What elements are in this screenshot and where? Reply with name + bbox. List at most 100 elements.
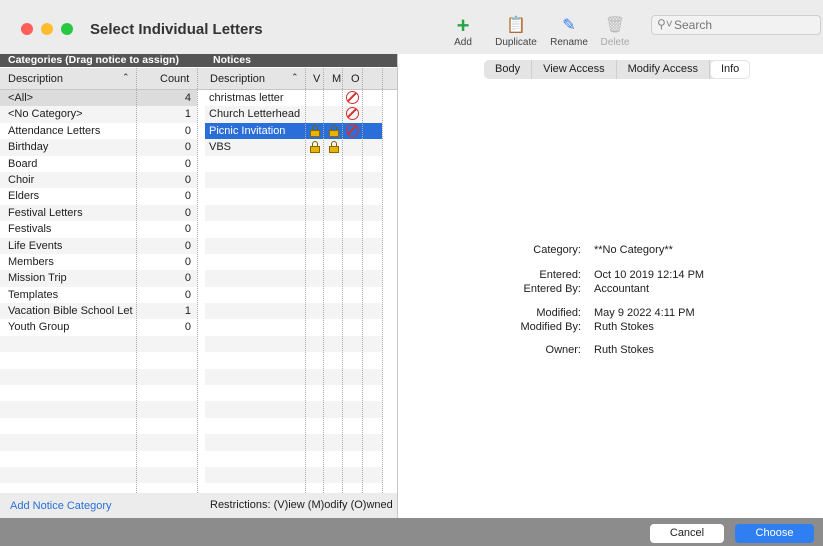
empty-row — [0, 335, 197, 353]
category-row[interactable]: <All> 4 — [0, 90, 197, 107]
delete-label: Delete — [600, 37, 630, 48]
entered-label: Entered: — [539, 269, 581, 281]
choose-button[interactable]: Choose — [735, 524, 814, 543]
tab-body[interactable]: Body — [484, 60, 533, 79]
divider — [323, 68, 324, 493]
empty-row — [0, 450, 197, 467]
detail-pane: Body View Access Modify Access Info Cate… — [397, 54, 823, 518]
notice-row[interactable]: christmas letter — [205, 90, 382, 107]
info-entered-by-row: Entered By: Accountant — [398, 283, 823, 297]
empty-row — [0, 385, 197, 402]
notices-group-header: Notices — [205, 54, 397, 67]
notices-v-column[interactable]: V — [313, 73, 320, 85]
search-input[interactable] — [674, 17, 814, 33]
categories-description-column[interactable]: Description — [8, 73, 63, 85]
category-count: 0 — [184, 173, 191, 186]
category-row[interactable]: Life Events 0 — [0, 237, 197, 254]
empty-row — [0, 352, 197, 369]
notice-row[interactable]: Church Letterhead — [205, 106, 382, 123]
category-row[interactable]: Youth Group 0 — [0, 319, 197, 336]
categories-list[interactable]: <All> 4 <No Category> 1 Attendance Letters 0 B… — [0, 90, 197, 492]
duplicate-button[interactable]: 📋 Duplicate — [491, 15, 541, 48]
empty-row — [0, 417, 197, 435]
plus-icon: + — [456, 13, 470, 38]
search-field[interactable]: ⚲˅ — [651, 15, 821, 35]
sort-ascending-icon: ⌃ — [291, 72, 299, 82]
category-count: 0 — [184, 239, 191, 252]
category-row[interactable]: Birthday 0 — [0, 139, 197, 156]
category-row[interactable]: Attendance Letters 0 — [0, 122, 197, 140]
search-icon: ⚲˅ — [657, 17, 673, 31]
empty-row — [205, 335, 382, 353]
entered-value: Oct 10 2019 12:14 PM — [594, 269, 705, 281]
category-row[interactable]: Vacation Bible School Let 1 — [0, 303, 197, 320]
category-row[interactable]: Members 0 — [0, 253, 197, 271]
category-label: Choir — [8, 173, 35, 186]
tab-bar: Body View Access Modify Access Info — [484, 60, 751, 79]
category-count: 1 — [184, 108, 191, 121]
divider — [305, 68, 306, 493]
cancel-button[interactable]: Cancel — [650, 524, 724, 543]
category-label: Festivals — [8, 223, 52, 236]
category-row[interactable]: <No Category> 1 — [0, 106, 197, 123]
category-row[interactable]: Choir 0 — [0, 171, 197, 189]
category-row[interactable]: Board 0 — [0, 155, 197, 172]
category-value: **No Category** — [594, 244, 673, 256]
info-entered-row: Entered: Oct 10 2019 12:14 PM — [398, 269, 823, 283]
category-label: Members — [8, 255, 54, 268]
list-footer: Add Notice Category Restrictions: (V)iew… — [0, 493, 397, 518]
rename-button[interactable]: ✎ Rename — [547, 15, 591, 48]
tab-modify-access[interactable]: Modify Access — [617, 60, 710, 79]
category-label: Attendance Letters — [8, 124, 101, 137]
category-row[interactable]: Templates 0 — [0, 286, 197, 304]
notice-label: VBS — [209, 141, 232, 154]
zoom-window-button[interactable] — [61, 23, 73, 35]
category-label: <No Category> — [8, 108, 83, 121]
delete-button[interactable]: 🗑 Delete — [593, 15, 637, 48]
categories-group-header: Categories (Drag notice to assign) — [0, 54, 205, 67]
divider — [382, 68, 383, 493]
duplicate-label: Duplicate — [495, 37, 537, 48]
window: Select Individual Letters + Add 📋 Duplic… — [0, 0, 823, 546]
notices-list[interactable]: christmas letter Church Letterhead Picnic … — [205, 90, 382, 492]
category-count: 0 — [184, 223, 191, 236]
category-row[interactable]: Mission Trip 0 — [0, 270, 197, 287]
categories-count-column[interactable]: Count — [160, 73, 189, 85]
sort-ascending-icon: ⌃ — [122, 72, 130, 82]
notices-o-column[interactable]: O — [351, 73, 360, 85]
category-count: 0 — [184, 255, 191, 268]
divider — [197, 68, 198, 493]
category-label: Festival Letters — [8, 206, 83, 219]
tab-view-access[interactable]: View Access — [532, 60, 617, 79]
category-label: Elders — [8, 190, 40, 203]
notice-row[interactable]: VBS — [205, 139, 382, 156]
category-label: Life Events — [8, 239, 63, 252]
category-count: 0 — [184, 124, 191, 137]
owner-label: Owner: — [545, 344, 581, 356]
category-count: 0 — [184, 141, 191, 154]
notice-label: Picnic Invitation — [209, 124, 286, 137]
notice-row[interactable]: Picnic Invitation — [205, 122, 382, 140]
notices-m-column[interactable]: M — [332, 73, 341, 85]
category-row[interactable]: Festivals 0 — [0, 221, 197, 238]
info-category-row: Category: **No Category** — [398, 244, 823, 258]
duplicate-icon: 📋 — [506, 17, 526, 34]
minimize-window-button[interactable] — [41, 23, 53, 35]
not-owned-icon — [346, 107, 359, 121]
empty-row — [205, 385, 382, 402]
title-bar: Select Individual Letters + Add 📋 Duplic… — [0, 0, 823, 54]
notices-column-header: Description ⌃ V M O — [205, 68, 397, 90]
notices-description-column[interactable]: Description — [210, 73, 265, 85]
category-label: Category: — [533, 244, 581, 256]
empty-row — [205, 417, 382, 435]
category-row[interactable]: Elders 0 — [0, 188, 197, 205]
tab-info[interactable]: Info — [710, 61, 750, 78]
category-row[interactable]: Festival Letters 0 — [0, 204, 197, 222]
info-modified-row: Modified: May 9 2022 4:11 PM — [398, 307, 823, 321]
info-owner-row: Owner: Ruth Stokes — [398, 344, 823, 358]
close-window-button[interactable] — [21, 23, 33, 35]
add-notice-category-link[interactable]: Add Notice Category — [10, 500, 112, 512]
info-modified-by-row: Modified By: Ruth Stokes — [398, 321, 823, 335]
add-button[interactable]: + Add — [441, 13, 485, 49]
category-label: <All> — [8, 92, 34, 104]
